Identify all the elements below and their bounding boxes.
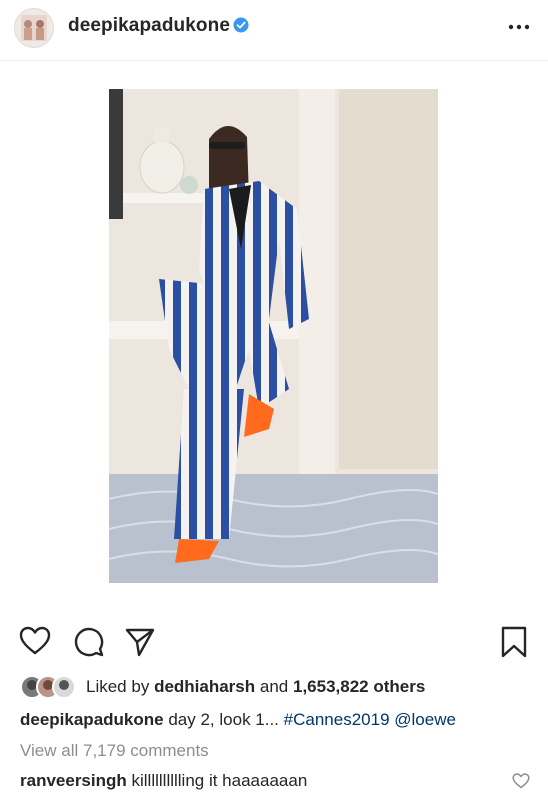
- likes-and: and: [259, 677, 289, 696]
- comment-item: ranveersingh killlllllllling it haaaaaaa…: [20, 771, 307, 791]
- post-username[interactable]: deepikapadukone: [68, 15, 230, 37]
- likes-count[interactable]: 1,653,822 others: [293, 677, 425, 696]
- share-icon[interactable]: [124, 626, 156, 658]
- caption-username[interactable]: deepikapadukone: [20, 710, 164, 729]
- likes-summary: Liked by dedhiaharsh and 1,653,822 other…: [86, 677, 425, 697]
- comment-icon[interactable]: [73, 626, 105, 658]
- post-image[interactable]: [109, 89, 438, 583]
- header-divider: [0, 60, 548, 61]
- caption-mention[interactable]: @loewe: [394, 710, 456, 729]
- likes-user[interactable]: dedhiaharsh: [154, 677, 255, 696]
- post-caption: deepikapadukone day 2, look 1... #Cannes…: [20, 710, 456, 730]
- caption-text: day 2, look 1...: [168, 710, 279, 729]
- comment-text: killlllllllling it haaaaaaan: [131, 771, 308, 790]
- comment-username[interactable]: ranveersingh: [20, 771, 127, 790]
- verified-icon: [233, 17, 249, 33]
- post-header: deepikapadukone: [0, 0, 548, 60]
- likes-prefix: Liked by: [86, 677, 150, 696]
- more-icon[interactable]: [508, 24, 530, 30]
- liker-avatars[interactable]: [20, 675, 80, 699]
- heart-icon[interactable]: [19, 626, 51, 656]
- comment-like-icon[interactable]: [512, 773, 530, 789]
- likes-row: Liked by dedhiaharsh and 1,653,822 other…: [20, 674, 540, 700]
- view-all-comments[interactable]: View all 7,179 comments: [20, 741, 209, 761]
- caption-hashtag[interactable]: #Cannes2019: [284, 710, 390, 729]
- profile-avatar[interactable]: [14, 8, 54, 48]
- bookmark-icon[interactable]: [500, 625, 528, 659]
